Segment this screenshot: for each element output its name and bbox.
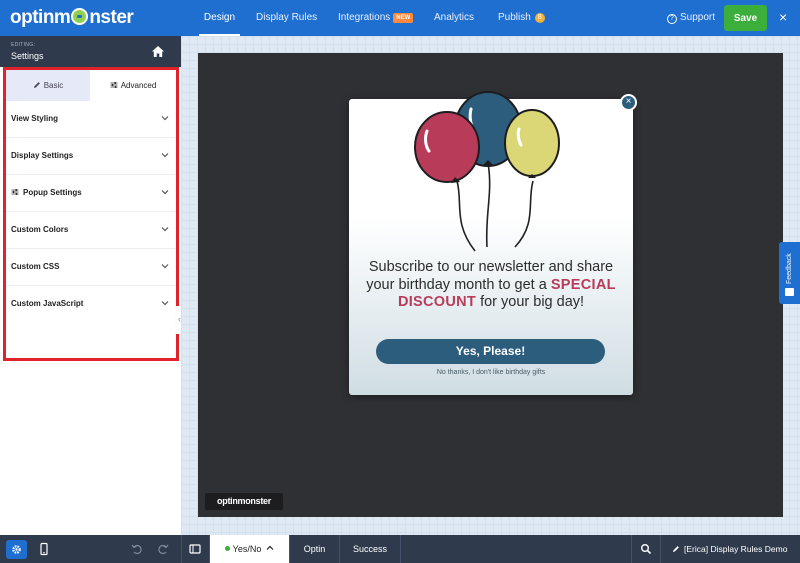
top-bar: optinm nster Design Display Rules Integra… <box>0 0 800 36</box>
design-canvas: × Subscribe to our newsletter and share … <box>181 36 800 535</box>
divider <box>660 535 661 563</box>
accordion-label: View Styling <box>11 114 58 123</box>
view-tab-label: Success <box>352 544 387 554</box>
view-tab-label: Optin <box>303 544 326 554</box>
sliders-icon <box>110 82 118 88</box>
settings-gear-button[interactable] <box>6 540 27 559</box>
accordion-label: Display Settings <box>11 151 74 160</box>
optinmonster-watermark: optinmonster <box>205 493 283 510</box>
pencil-icon <box>33 82 40 88</box>
accordion-popup-settings[interactable]: Popup Settings <box>6 175 176 212</box>
undo-icon[interactable] <box>130 542 144 556</box>
view-tab-optin[interactable]: Optin <box>290 535 339 563</box>
chevron-down-icon <box>161 190 169 195</box>
accordion-label-wrap: Popup Settings <box>11 188 82 197</box>
no-thanks-link[interactable]: No thanks, I don't like birthday gifts <box>361 369 621 376</box>
tab-analytics[interactable]: Analytics <box>434 0 474 36</box>
accordion-label: Popup Settings <box>23 188 82 197</box>
monster-face-icon <box>71 8 89 25</box>
accordion-label: Custom CSS <box>11 262 60 271</box>
accordion-label: Custom JavaScript <box>11 299 84 308</box>
tab-label: Display Rules <box>256 12 318 23</box>
chevron-down-icon <box>161 116 169 121</box>
popup-headline: Subscribe to our newsletter and share yo… <box>361 259 621 312</box>
sidebar-header: EDITING: Settings <box>0 36 181 67</box>
view-layout-icon[interactable] <box>188 542 202 556</box>
accordion-custom-css[interactable]: Custom CSS <box>6 249 176 286</box>
chevron-up-icon <box>266 545 274 550</box>
accordion-label: Custom Colors <box>11 225 69 234</box>
tab-display-rules[interactable]: Display Rules <box>256 0 317 36</box>
chevron-down-icon <box>161 153 169 158</box>
new-badge: NEW <box>393 13 414 23</box>
tab-label: Basic <box>43 81 64 90</box>
gear-icon <box>12 545 21 554</box>
logo-text-end: nster <box>89 7 134 28</box>
tab-advanced[interactable]: Advanced <box>90 70 176 101</box>
publish-count-badge: 8 <box>534 13 545 23</box>
search-icon[interactable] <box>639 542 653 556</box>
campaign-title-text: [Erica] Display Rules Demo <box>684 544 788 554</box>
logo-text-start: optinm <box>10 7 71 28</box>
tab-label: Analytics <box>434 12 475 23</box>
accordion-custom-colors[interactable]: Custom Colors <box>6 212 176 249</box>
support-label: Support <box>680 12 716 23</box>
home-icon[interactable] <box>151 45 165 58</box>
view-tab-label: Yes/No <box>232 544 262 554</box>
headline-text-end: for your big day! <box>476 294 585 310</box>
optinmonster-logo[interactable]: optinm nster <box>10 7 134 29</box>
tab-label: Advanced <box>120 81 157 90</box>
divider <box>400 535 401 563</box>
campaign-title[interactable]: [Erica] Display Rules Demo <box>672 535 787 563</box>
help-circle-icon: ? <box>667 14 677 24</box>
tab-integrations[interactable]: Integrations NEW <box>338 0 414 36</box>
close-icon[interactable]: × <box>779 9 787 25</box>
view-tab-yes-no[interactable]: Yes/No <box>210 535 289 563</box>
sidebar-tabs: Basic Advanced <box>6 70 176 101</box>
view-tab-success[interactable]: Success <box>340 535 400 563</box>
chevron-down-icon <box>161 264 169 269</box>
tab-design[interactable]: Design <box>199 0 240 36</box>
chat-icon <box>785 288 794 296</box>
status-dot <box>224 546 230 551</box>
support-link[interactable]: ? Support <box>667 0 715 36</box>
editing-label: EDITING: <box>11 42 36 48</box>
tab-publish[interactable]: Publish 8 <box>498 0 545 36</box>
sliders-icon <box>11 189 19 195</box>
divider <box>181 535 182 563</box>
accordion-display-settings[interactable]: Display Settings <box>6 138 176 175</box>
pencil-icon <box>673 546 679 552</box>
tab-label: Publish <box>498 12 531 23</box>
save-button[interactable]: Save <box>724 5 767 31</box>
balloons-illustration <box>414 91 560 252</box>
accordion-view-styling[interactable]: View Styling <box>6 101 176 138</box>
feedback-label: Feedback <box>786 253 793 284</box>
popup-close-icon[interactable]: × <box>620 94 637 111</box>
divider <box>631 535 632 563</box>
settings-sidebar: EDITING: Settings Basic Advanced View St… <box>0 36 185 535</box>
mobile-icon[interactable] <box>37 542 51 556</box>
settings-panel-highlight: Basic Advanced View Styling Display Sett… <box>3 67 179 361</box>
campaign-popup[interactable]: × Subscribe to our newsletter and share … <box>349 91 637 395</box>
chevron-down-icon <box>161 301 169 306</box>
editing-value: Settings <box>11 51 44 61</box>
bottom-bar: Yes/No Optin Success [Erica] Display Rul… <box>0 535 800 563</box>
redo-icon[interactable] <box>156 542 170 556</box>
feedback-tab[interactable]: Feedback <box>779 242 800 304</box>
chevron-down-icon <box>161 227 169 232</box>
tab-basic[interactable]: Basic <box>6 70 90 101</box>
tab-label: Integrations <box>338 12 391 23</box>
tab-label: Design <box>203 12 236 23</box>
yes-please-button[interactable]: Yes, Please! <box>376 339 605 364</box>
accordion-custom-javascript[interactable]: Custom JavaScript <box>6 286 176 323</box>
preview-stage: × Subscribe to our newsletter and share … <box>198 53 783 517</box>
